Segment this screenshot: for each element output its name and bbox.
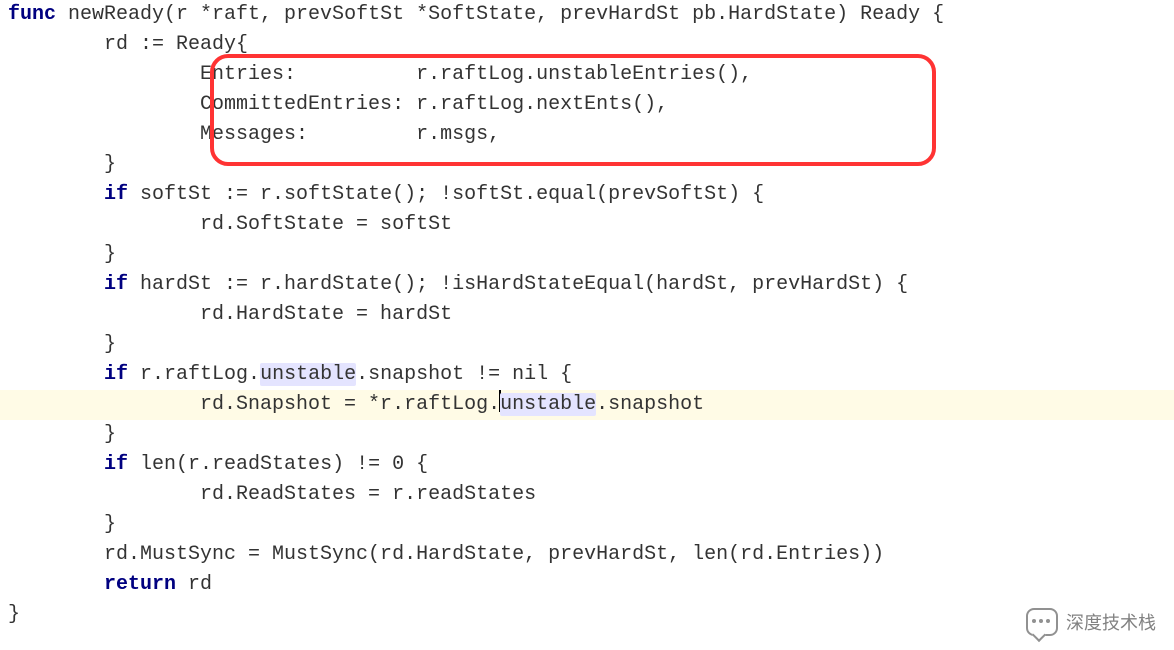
code-block: func newReady(r *raft, prevSoftSt *SoftS… [0,0,1174,630]
watermark: 深度技术栈 [1026,608,1156,636]
watermark-text: 深度技术栈 [1066,609,1156,635]
wechat-icon [1026,608,1058,636]
